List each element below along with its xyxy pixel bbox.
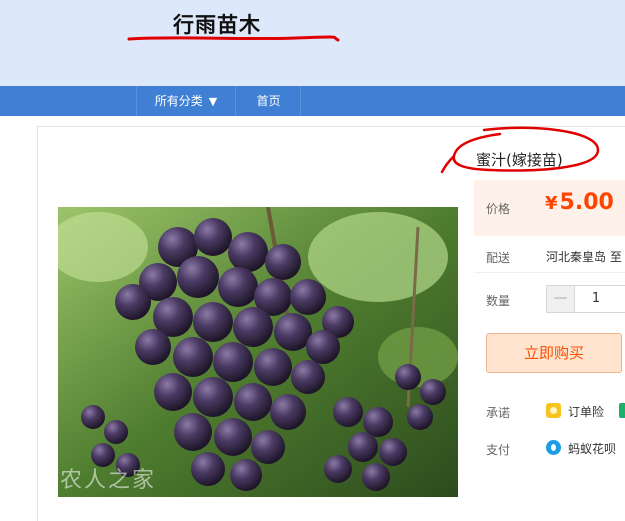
- quantity-input[interactable]: 1: [576, 286, 616, 312]
- service-badge-icon: [619, 403, 625, 418]
- quantity-stepper: — 1: [546, 285, 625, 313]
- currency-symbol: ¥: [545, 193, 558, 214]
- nav-all-categories-label: 所有分类: [154, 94, 203, 108]
- nav-bar: 所有分类 ▼ 首页: [0, 86, 625, 116]
- buy-now-button[interactable]: 立即购买: [486, 333, 622, 373]
- price-amount: 5.00: [559, 190, 614, 215]
- promise-value[interactable]: 订单险: [568, 403, 604, 420]
- red-circle-annotation: [440, 126, 600, 174]
- quantity-label: 数量: [486, 294, 511, 308]
- product-image[interactable]: [58, 207, 458, 497]
- divider: [474, 272, 625, 273]
- promise-label: 承诺: [486, 406, 511, 420]
- caret-down-icon: ▼: [208, 95, 218, 108]
- watermark-text: 农人之家: [60, 468, 157, 493]
- shipping-destination[interactable]: 河北秦皇岛 至: [546, 248, 622, 265]
- payment-value[interactable]: 蚂蚁花呗: [568, 440, 616, 457]
- payment-label: 支付: [486, 443, 511, 457]
- nav-home-label: 首页: [256, 94, 281, 108]
- price-value: ¥5.00: [545, 190, 614, 215]
- shipping-label: 配送: [486, 251, 511, 265]
- grape-cluster-image: [58, 207, 458, 497]
- store-header: 行雨苗木: [0, 0, 625, 86]
- quantity-decrease-button[interactable]: —: [547, 286, 575, 312]
- red-underline-annotation: [127, 35, 340, 42]
- watermark-logo-icon: [23, 466, 49, 496]
- insurance-icon: [546, 403, 561, 418]
- nav-home[interactable]: 首页: [237, 86, 301, 116]
- huabei-icon: [546, 440, 561, 455]
- price-label: 价格: [486, 202, 511, 216]
- nav-all-categories[interactable]: 所有分类 ▼: [136, 86, 236, 116]
